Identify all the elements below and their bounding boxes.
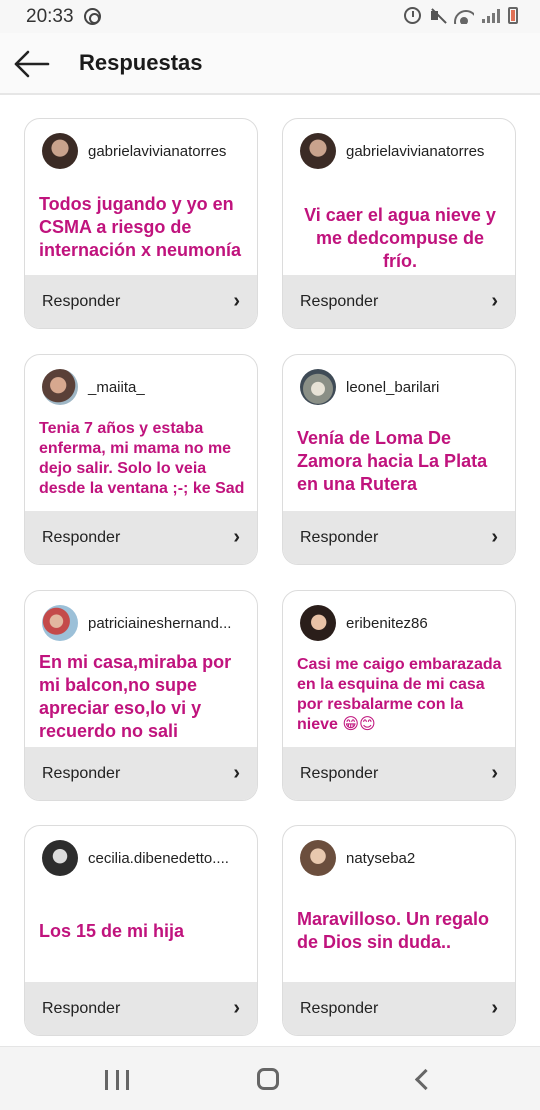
- wifi-icon: [454, 8, 474, 24]
- card-user[interactable]: cecilia.dibenedetto....: [42, 840, 229, 876]
- response-card: gabrielavivianatorres Todos jugando y yo…: [24, 118, 258, 329]
- avatar[interactable]: [300, 369, 336, 405]
- signal-icon: [482, 8, 500, 23]
- status-icons: [404, 7, 518, 24]
- username[interactable]: gabrielavivianatorres: [88, 143, 226, 160]
- system-navigation-bar: [0, 1046, 540, 1110]
- alarm-icon: [404, 7, 421, 24]
- chevron-right-icon: ›: [491, 526, 498, 548]
- avatar[interactable]: [42, 840, 78, 876]
- reply-label: Responder: [42, 292, 121, 310]
- username[interactable]: _maiita_: [88, 379, 145, 396]
- page-title: Respuestas: [79, 50, 203, 75]
- response-text: Venía de Loma De Zamora hacia La Plata e…: [297, 428, 488, 494]
- avatar[interactable]: [42, 369, 78, 405]
- avatar[interactable]: [42, 133, 78, 169]
- reply-label: Responder: [300, 528, 379, 546]
- avatar[interactable]: [300, 605, 336, 641]
- response-card: cecilia.dibenedetto.... Los 15 de mi hij…: [24, 825, 258, 1036]
- chevron-right-icon: ›: [491, 290, 498, 312]
- home-icon[interactable]: [257, 1068, 279, 1090]
- card-user[interactable]: eribenitez86: [300, 605, 428, 641]
- response-text: En mi casa,miraba por mi balcon,no supe …: [39, 652, 232, 741]
- username[interactable]: cecilia.dibenedetto....: [88, 850, 229, 867]
- username[interactable]: patriciaineshernand...: [88, 615, 231, 632]
- back-button[interactable]: [10, 44, 54, 84]
- battery-icon: [508, 7, 518, 24]
- card-user[interactable]: leonel_barilari: [300, 369, 439, 405]
- response-card: _maiita_ Tenia 7 años y estaba enferma, …: [24, 354, 258, 565]
- card-user[interactable]: patriciaineshernand...: [42, 605, 231, 641]
- username[interactable]: eribenitez86: [346, 615, 428, 632]
- reply-label: Responder: [42, 764, 121, 782]
- username[interactable]: natyseba2: [346, 850, 415, 867]
- reply-label: Responder: [300, 764, 379, 782]
- reply-button[interactable]: Responder ›: [25, 275, 257, 328]
- recents-icon[interactable]: [105, 1070, 129, 1090]
- avatar[interactable]: [300, 133, 336, 169]
- username[interactable]: gabrielavivianatorres: [346, 143, 484, 160]
- reply-label: Responder: [300, 292, 379, 310]
- response-card: eribenitez86 Casi me caigo embarazada en…: [282, 590, 516, 801]
- response-card: leonel_barilari Venía de Loma De Zamora …: [282, 354, 516, 565]
- response-card: patriciaineshernand... En mi casa,miraba…: [24, 590, 258, 801]
- reply-button[interactable]: Responder ›: [25, 511, 257, 564]
- chevron-right-icon: ›: [233, 290, 240, 312]
- response-text: Los 15 de mi hija: [39, 921, 185, 941]
- response-text: Vi caer el agua nieve y me dedcompuse de…: [304, 205, 496, 271]
- response-text: Todos jugando y yo en CSMA a riesgo de i…: [39, 194, 242, 260]
- status-bar: 20:33: [0, 0, 540, 33]
- reply-button[interactable]: Responder ›: [283, 511, 515, 564]
- username[interactable]: leonel_barilari: [346, 379, 439, 396]
- reply-label: Responder: [42, 528, 121, 546]
- reply-button[interactable]: Responder ›: [283, 747, 515, 800]
- chevron-right-icon: ›: [233, 526, 240, 548]
- chevron-right-icon: ›: [491, 762, 498, 784]
- reply-button[interactable]: Responder ›: [25, 747, 257, 800]
- response-card: natyseba2 Maravilloso. Un regalo de Dios…: [282, 825, 516, 1036]
- app-notification-icon: [84, 8, 101, 25]
- arrow-left-icon: [14, 50, 50, 78]
- status-time: 20:33: [26, 6, 74, 27]
- reply-button[interactable]: Responder ›: [25, 982, 257, 1035]
- header: Respuestas: [0, 33, 540, 95]
- response-text: Maravilloso. Un regalo de Dios sin duda.…: [297, 909, 490, 952]
- avatar[interactable]: [42, 605, 78, 641]
- chevron-right-icon: ›: [491, 997, 498, 1019]
- mute-icon: [429, 7, 446, 24]
- response-text: Casi me caigo embarazada en la esquina d…: [297, 656, 502, 733]
- card-user[interactable]: natyseba2: [300, 840, 415, 876]
- reply-label: Responder: [300, 999, 379, 1017]
- chevron-right-icon: ›: [233, 762, 240, 784]
- chevron-right-icon: ›: [233, 997, 240, 1019]
- back-icon[interactable]: [410, 1067, 432, 1093]
- response-card: gabrielavivianatorres Vi caer el agua ni…: [282, 118, 516, 329]
- reply-label: Responder: [42, 999, 121, 1017]
- card-user[interactable]: _maiita_: [42, 369, 145, 405]
- card-user[interactable]: gabrielavivianatorres: [42, 133, 226, 169]
- reply-button[interactable]: Responder ›: [283, 982, 515, 1035]
- card-user[interactable]: gabrielavivianatorres: [300, 133, 484, 169]
- reply-button[interactable]: Responder ›: [283, 275, 515, 328]
- response-text: Tenia 7 años y estaba enferma, mi mama n…: [39, 420, 245, 497]
- avatar[interactable]: [300, 840, 336, 876]
